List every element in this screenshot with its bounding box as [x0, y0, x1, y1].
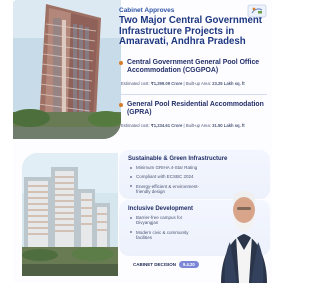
- project-one-title: Central Government General Pool Office A…: [119, 59, 270, 75]
- cabinet-decision-label: CABINET DECISION: [133, 262, 177, 267]
- gray-bullet-icon: [130, 166, 133, 169]
- project-one-section: Central Government General Pool Office A…: [119, 59, 270, 86]
- sustainability-list: Minimum GRIHA 4-Star Rating Compliant wi…: [130, 165, 199, 198]
- orange-bullet-icon: [119, 103, 123, 107]
- residential-towers-photo: [22, 153, 118, 276]
- sustainability-list-item: Energy-efficient & environment-friendly …: [130, 184, 199, 195]
- inclusive-item-text: Barrier-free campus for Divyangjan: [136, 215, 183, 226]
- inclusive-panel-title: Inclusive Development: [128, 206, 194, 212]
- project-two-title: General Pool Residential Accommodation (…: [119, 101, 270, 117]
- page-title: Two Major Central Government Infrastruct…: [119, 15, 262, 48]
- sustainability-item-text: Compliant with ECSBC 2024: [136, 174, 194, 180]
- project-one-estimate-value: ₹1,299.09 Crore: [150, 80, 183, 86]
- project-two-estimate-label: Estimated cost:: [121, 122, 150, 128]
- sustainability-panel-title: Sustainable & Green Infrastructure: [128, 156, 228, 162]
- inclusive-list-item: Modern civic & community facilities: [130, 230, 199, 241]
- sustainability-item-text: Energy-efficient & environment-friendly …: [136, 183, 199, 194]
- announcement-card: Cabinet Approves Two Major Central Gover…: [13, 0, 272, 283]
- project-one-name: Central Government General Pool Office A…: [127, 59, 260, 74]
- eyebrow-text: Cabinet Approves: [119, 7, 175, 14]
- cabinet-decision-footer: CABINET DECISION 9.4.20: [133, 261, 199, 268]
- sustainability-list-item: Minimum GRIHA 4-Star Rating: [130, 165, 199, 170]
- project-two-section: General Pool Residential Accommodation (…: [119, 101, 270, 128]
- project-two-name: General Pool Residential Accommodation (…: [127, 101, 264, 116]
- project-one-estimate-label: Estimated cost:: [121, 80, 150, 86]
- cabinet-decision-date-badge: 9.4.20: [179, 261, 199, 268]
- inclusive-item-text: Modern civic & community facilities: [136, 229, 189, 240]
- gray-bullet-icon: [130, 185, 133, 188]
- orange-bullet-icon: [119, 61, 123, 65]
- leader-portrait: [221, 191, 267, 283]
- project-two-cost-row: Estimated cost: ₹1,234.61 Crore | Built-…: [121, 122, 245, 128]
- gray-bullet-icon: [130, 216, 133, 219]
- project-one-area-label: Built-up Area:: [185, 80, 211, 86]
- sustainability-list-item: Compliant with ECSBC 2024: [130, 174, 199, 179]
- office-building-illustration: [13, 0, 121, 139]
- government-logo-icon: [247, 4, 267, 18]
- gray-bullet-icon: [130, 175, 133, 179]
- sustainability-item-text: Minimum GRIHA 4-Star Rating: [136, 165, 198, 170]
- inclusive-list-item: Barrier-free campus for Divyangjan: [130, 215, 199, 226]
- office-building-photo: [13, 0, 121, 139]
- inclusive-list: Barrier-free campus for Divyangjan Moder…: [130, 215, 199, 244]
- content-panel: Cabinet Approves Two Major Central Gover…: [115, 0, 272, 283]
- project-one-cost-row: Estimated cost: ₹1,299.09 Crore | Built-…: [121, 80, 245, 86]
- project-one-area-value: 23.25 Lakh sq. ft: [212, 80, 245, 86]
- gray-bullet-icon: [130, 231, 133, 234]
- project-two-area-value: 31.50 Lakh sq. ft: [212, 122, 245, 128]
- page: Cabinet Approves Two Major Central Gover…: [0, 0, 287, 283]
- project-two-estimate-value: ₹1,234.61 Crore: [150, 122, 183, 128]
- residential-towers-illustration: [22, 153, 118, 276]
- project-two-area-label: Built-up Area:: [185, 122, 211, 128]
- section-divider: [121, 94, 267, 95]
